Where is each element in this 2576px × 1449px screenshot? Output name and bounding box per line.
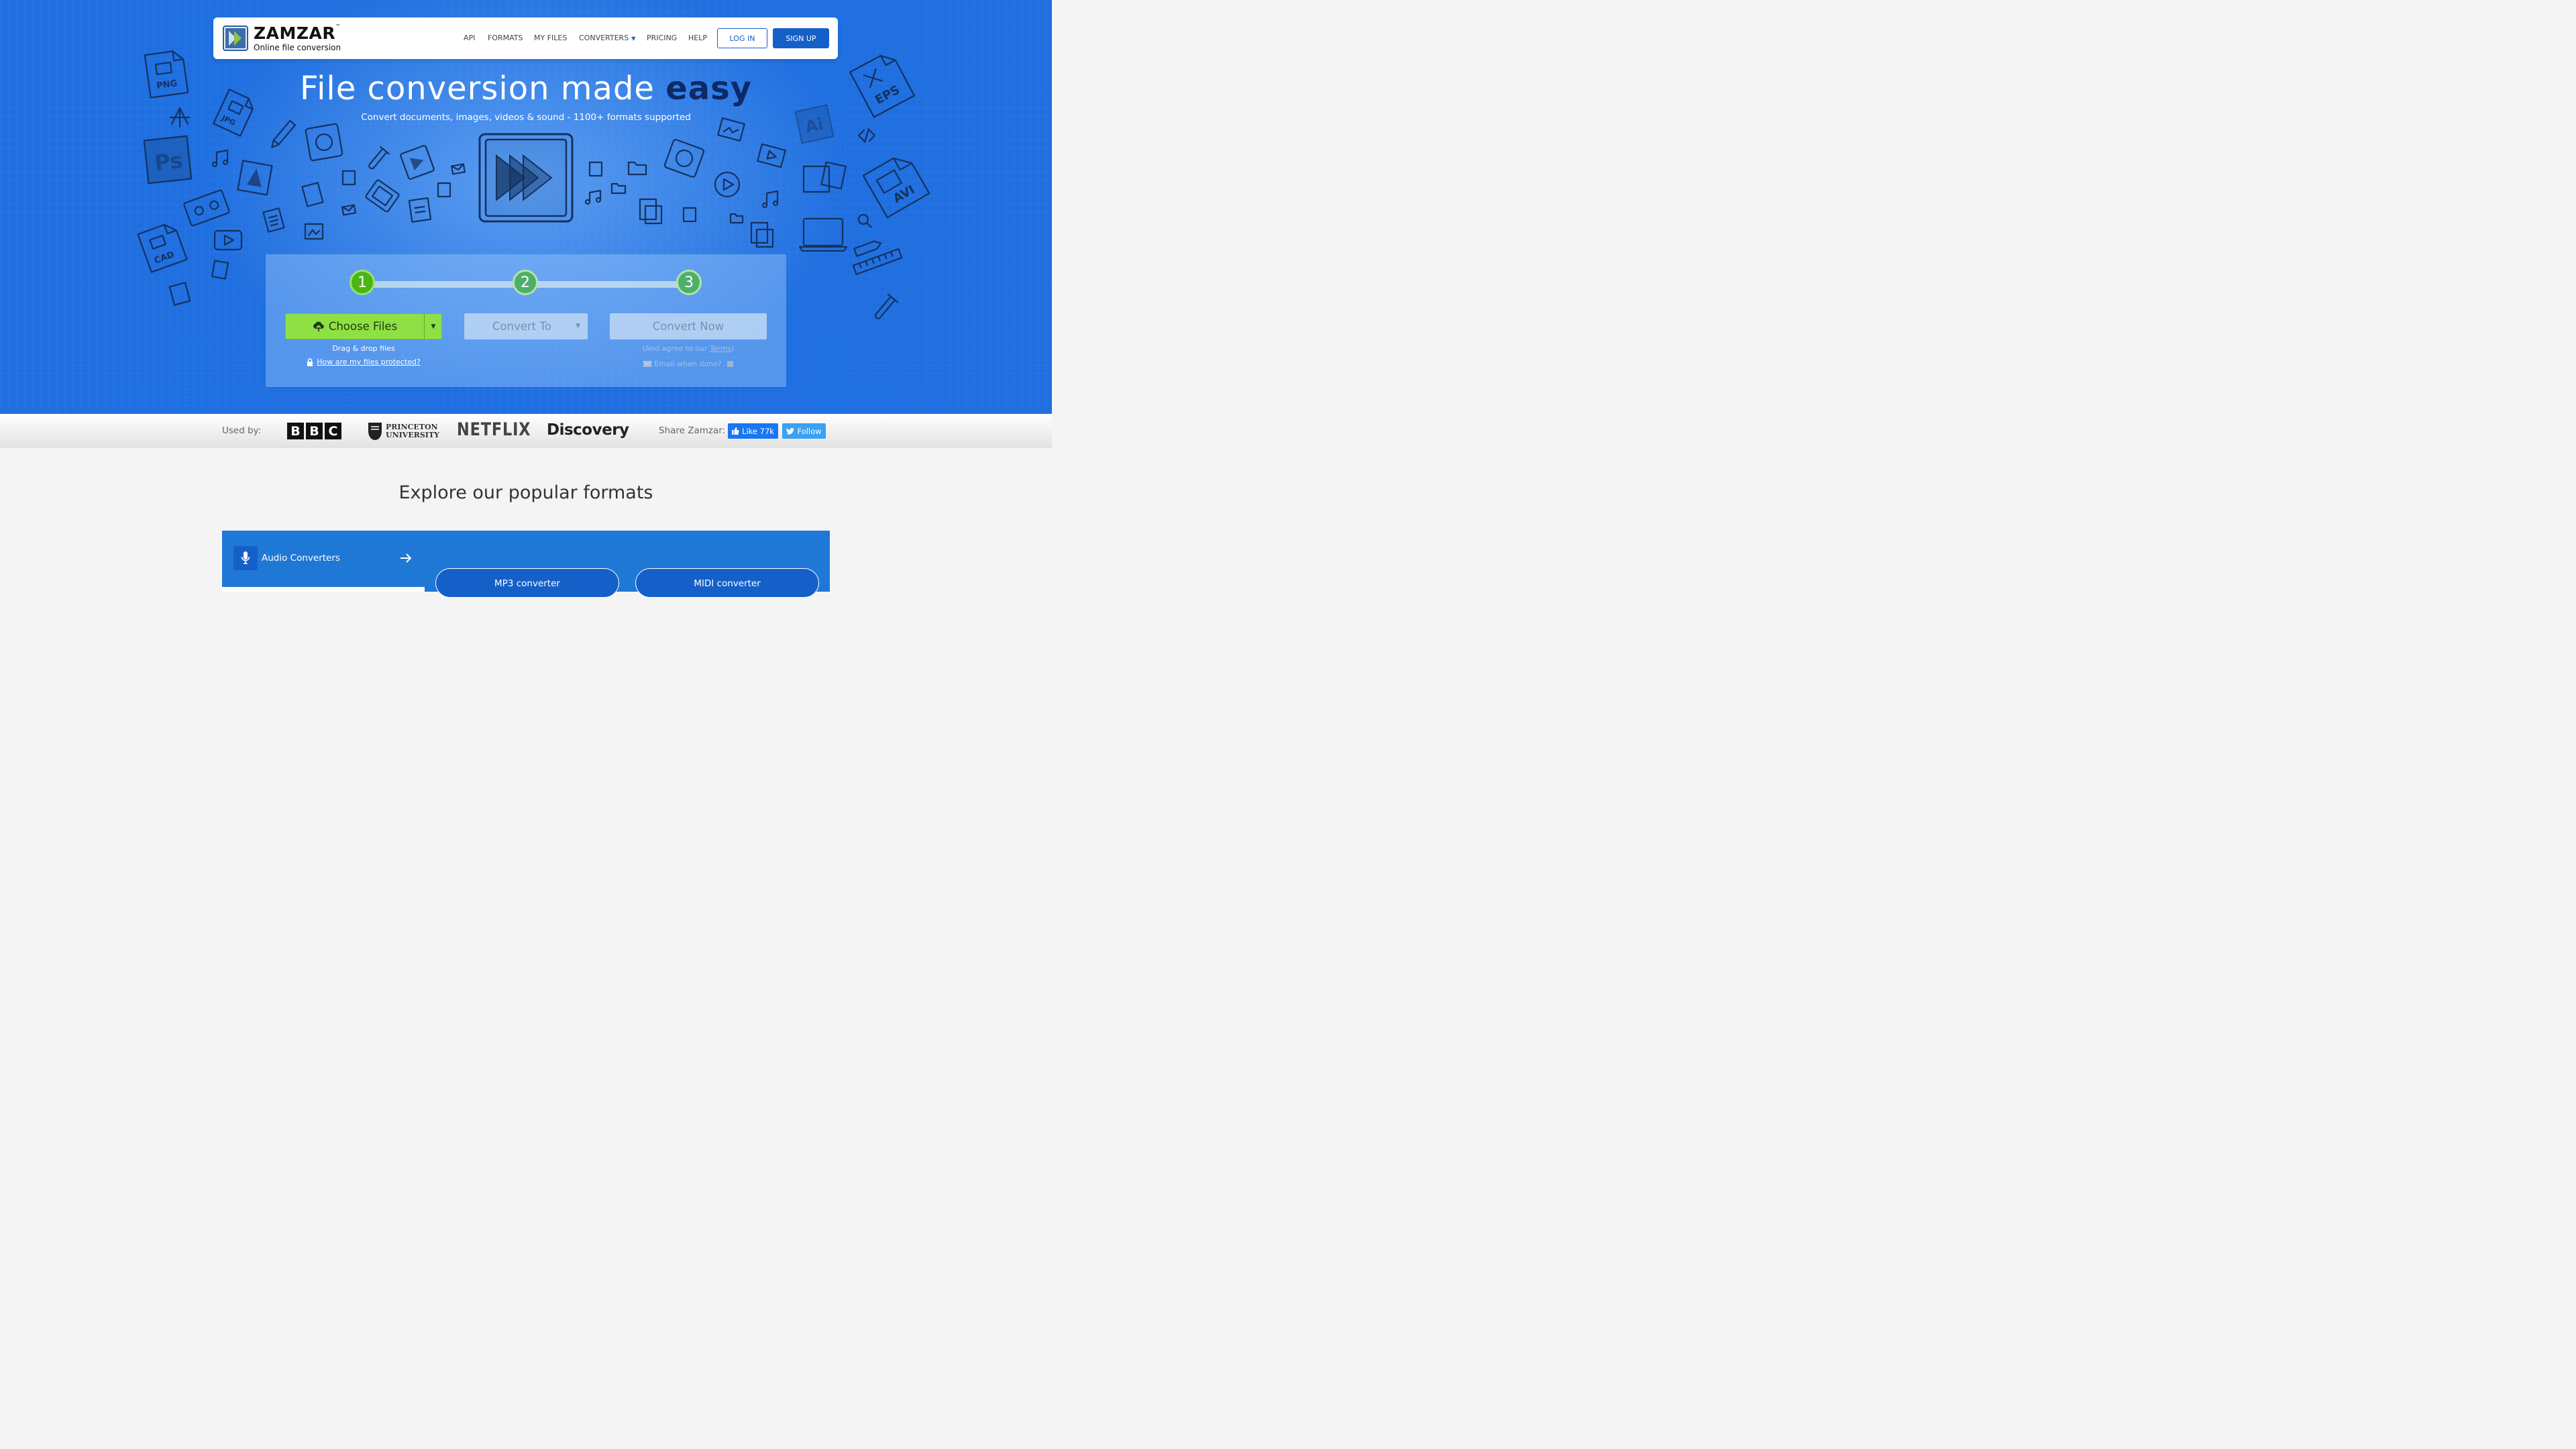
zamzar-logo-icon[interactable] (223, 25, 248, 51)
logo-wordmark[interactable]: ZAMZAR™ (254, 23, 341, 43)
fast-forward-icon (478, 133, 574, 223)
nav-converters[interactable]: CONVERTERS ▼ (579, 34, 635, 42)
princeton-shield-icon (368, 423, 382, 440)
used-by-strip: Used by: BBC PRINCETON UNIVERSITY NETFLIX… (0, 414, 1052, 448)
used-by-label: Used by: (222, 425, 262, 436)
twitter-follow-label: Follow (797, 426, 822, 436)
hero-subheadline: Convert documents, images, videos & soun… (361, 112, 691, 123)
nav-my-files[interactable]: MY FILES (534, 34, 567, 42)
step-3-indicator: 3 (676, 270, 702, 295)
popular-formats-panel: Audio Converters MP3 converter MIDI conv… (222, 531, 830, 598)
terms-agreement: (And agree to our Terms) (642, 344, 735, 353)
files-protected-row: How are my files protected? (285, 358, 442, 366)
caret-down-icon: ▼ (576, 323, 580, 329)
nav-converters-label: CONVERTERS (579, 34, 629, 42)
facebook-like-label: Like 77k (742, 426, 774, 436)
thumbs-up-icon (732, 427, 739, 435)
lock-icon (307, 358, 313, 366)
convert-to-select[interactable]: Convert To ▼ (464, 313, 588, 339)
email-when-done-row: Email when done? (610, 360, 767, 368)
top-navbar: ZAMZAR™ Online file conversion API FORMA… (213, 17, 838, 59)
choose-files-control: Choose Files ▼ (285, 313, 442, 339)
hero-section: PNG JPG Ps CAD EPS Ai AVI ZAMZAR™ Online… (0, 0, 1052, 414)
bbc-logo: BBC (287, 423, 341, 439)
choose-files-button[interactable]: Choose Files (286, 314, 424, 339)
chevron-down-icon: ▼ (631, 36, 636, 42)
midi-converter-link[interactable]: MIDI converter (635, 568, 819, 598)
nav-pricing[interactable]: PRICING (647, 34, 677, 42)
convert-to-label: Convert To (492, 320, 551, 333)
mp3-converter-link[interactable]: MP3 converter (435, 568, 619, 598)
step-2-indicator: 2 (513, 270, 538, 295)
netflix-logo: NETFLIX (457, 419, 531, 440)
hero-headline-emphasis: easy (665, 70, 753, 107)
envelope-icon (643, 361, 652, 367)
share-label: Share Zamzar: (659, 425, 726, 436)
active-tab-indicator (222, 587, 425, 592)
step-1-indicator: 1 (350, 270, 375, 295)
twitter-bird-icon (786, 427, 795, 435)
microphone-icon (233, 546, 258, 570)
files-protected-link[interactable]: How are my files protected? (317, 358, 421, 366)
hero-headline: File conversion made easy (299, 70, 753, 107)
cloud-upload-icon (313, 321, 324, 331)
signup-button[interactable]: SIGN UP (773, 28, 829, 48)
category-tab-audio[interactable]: Audio Converters (222, 531, 425, 592)
terms-link[interactable]: Terms (710, 344, 731, 353)
choose-files-dropdown[interactable]: ▼ (425, 314, 442, 339)
caret-down-icon: ▼ (431, 323, 436, 330)
svg-text:Ps: Ps (153, 148, 184, 176)
convert-now-button[interactable]: Convert Now (610, 313, 767, 339)
email-when-done-label: Email when done? (654, 360, 722, 368)
email-when-done-checkbox[interactable] (727, 361, 733, 367)
discovery-logo: Discovery (547, 421, 629, 439)
explore-formats-title: Explore our popular formats (398, 482, 653, 503)
nav-api[interactable]: API (464, 34, 475, 42)
princeton-logo: PRINCETON UNIVERSITY (368, 421, 439, 441)
nav-help[interactable]: HELP (688, 34, 707, 42)
login-button[interactable]: LOG IN (717, 28, 767, 48)
choose-files-label: Choose Files (328, 320, 398, 333)
svg-text:CAD: CAD (153, 250, 176, 266)
facebook-like-button[interactable]: Like 77k (728, 423, 778, 439)
logo-tagline: Online file conversion (254, 43, 341, 52)
converter-panel: 1 2 3 Choose Files ▼ Convert To ▼ Conver… (266, 254, 786, 387)
category-tab-audio-label: Audio Converters (262, 553, 340, 564)
nav-formats[interactable]: FORMATS (488, 34, 523, 42)
twitter-follow-button[interactable]: Follow (782, 423, 826, 439)
drag-drop-hint: Drag & drop files (332, 344, 395, 353)
arrow-right-icon (400, 553, 412, 563)
